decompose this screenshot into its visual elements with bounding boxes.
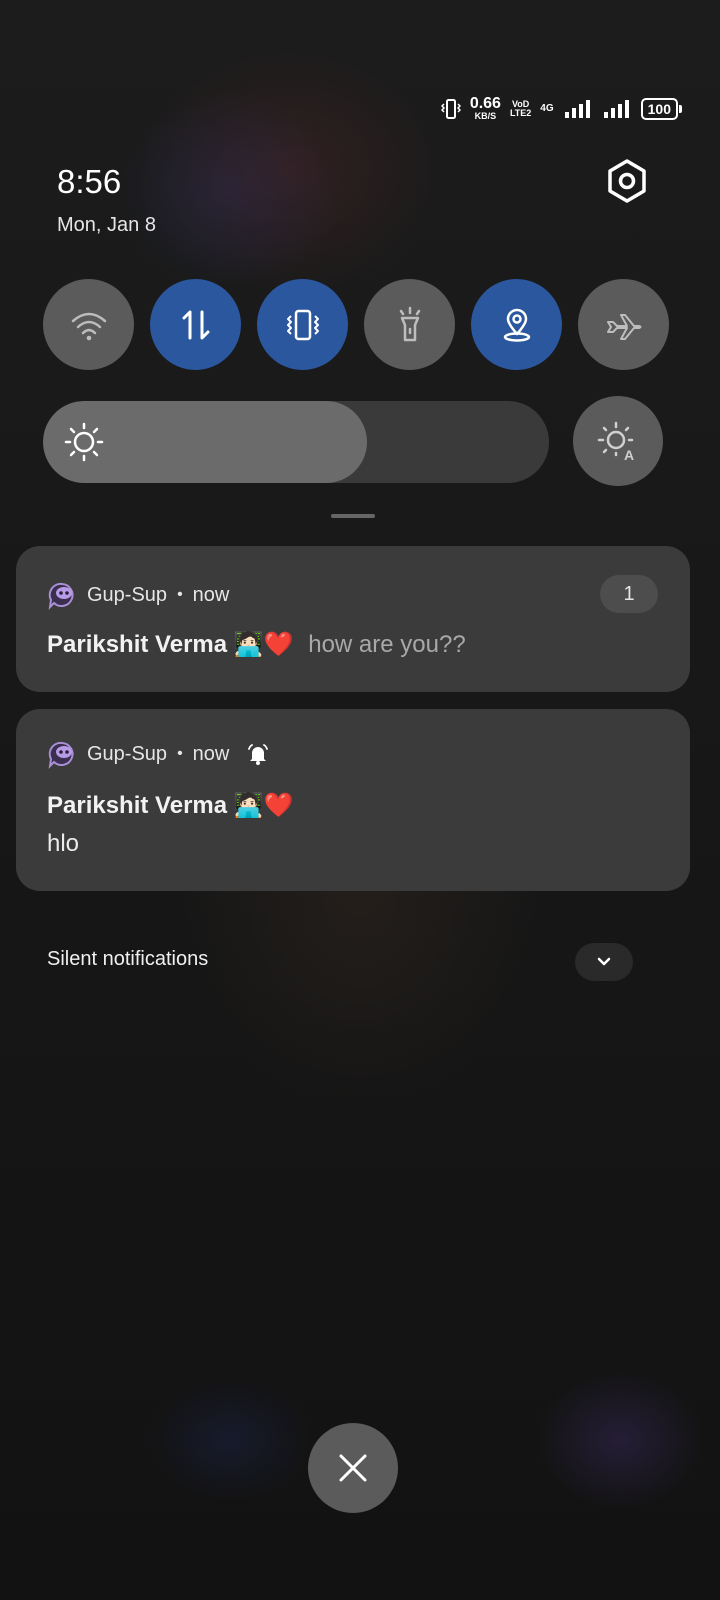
- notification-content: Parikshit Verma 🧑🏻‍💻❤️ how are you??: [47, 630, 466, 659]
- notification-card-2[interactable]: Gup-Sup • now Parikshit Verma 🧑🏻‍💻❤️ hlo: [16, 709, 690, 891]
- signal-sim2-icon: [603, 99, 629, 118]
- silent-notifications-label: Silent notifications: [47, 948, 209, 970]
- sender-emoji: 🧑🏻‍💻❤️: [233, 792, 294, 819]
- notification-content: Parikshit Verma 🧑🏻‍💻❤️: [47, 791, 294, 820]
- settings-gear-icon[interactable]: [604, 158, 650, 204]
- auto-brightness-icon: A: [597, 421, 634, 463]
- notification-header: Gup-Sup • now: [47, 580, 229, 610]
- svg-text:A: A: [624, 447, 634, 463]
- vibrate-status-icon: [440, 98, 461, 119]
- notification-shade: 0.66 KB/S VoD LTE2 4G 100 8:56 Mon, Jan …: [0, 0, 720, 1600]
- notification-message: hlo: [47, 830, 80, 857]
- data-arrows-icon: [182, 310, 209, 339]
- tile-location[interactable]: [471, 279, 562, 370]
- network-speed-value: 0.66: [469, 95, 501, 112]
- notification-count-badge[interactable]: 1: [600, 575, 658, 613]
- notification-sender: Parikshit Verma: [47, 631, 228, 658]
- signal-sim1-icon: [564, 99, 590, 118]
- notification-time: now: [192, 583, 230, 606]
- notification-app-name: Gup-Sup: [87, 583, 168, 606]
- tile-flashlight[interactable]: [364, 279, 455, 370]
- clock: 8:56: [57, 163, 122, 200]
- gup-sup-app-icon: [48, 741, 74, 769]
- notification-header: Gup-Sup • now: [47, 739, 271, 769]
- auto-brightness-button[interactable]: A: [573, 396, 663, 486]
- network-speed-unit: KB/S: [474, 111, 497, 121]
- flashlight-icon: [399, 306, 420, 341]
- tile-wifi[interactable]: [43, 279, 134, 370]
- tile-airplane[interactable]: [578, 279, 669, 370]
- gup-sup-app-icon: [48, 582, 74, 610]
- date: Mon, Jan 8: [57, 214, 156, 236]
- network-type: 4G: [540, 103, 554, 114]
- volte-indicator: VoD LTE2: [509, 99, 532, 118]
- tile-mobile-data[interactable]: [150, 279, 241, 370]
- notification-time: now: [192, 742, 230, 765]
- volte-bottom: LTE2: [509, 107, 532, 118]
- brightness-sun-icon: [64, 422, 104, 462]
- quick-settings-tiles: [43, 279, 669, 370]
- notification-separator: •: [177, 745, 183, 762]
- status-bar: 0.66 KB/S VoD LTE2 4G 100: [440, 96, 683, 121]
- vibrate-icon: [286, 309, 319, 340]
- location-icon: [503, 308, 530, 342]
- notification-app-name: Gup-Sup: [87, 742, 168, 765]
- chevron-down-icon: [597, 957, 611, 966]
- notification-message: how are you??: [308, 631, 466, 658]
- notification-separator: •: [177, 586, 183, 603]
- battery-indicator: 100: [640, 97, 683, 120]
- notification-sender: Parikshit Verma: [47, 792, 228, 819]
- clear-all-button[interactable]: [308, 1423, 398, 1513]
- network-speed: 0.66 KB/S: [470, 96, 501, 121]
- tile-vibrate[interactable]: [257, 279, 348, 370]
- sender-emoji: 🧑🏻‍💻❤️: [233, 631, 294, 658]
- wifi-icon: [71, 312, 106, 340]
- notification-card-1[interactable]: Gup-Sup • now 1 Parikshit Verma 🧑🏻‍💻❤️ h…: [16, 546, 690, 692]
- brightness-slider[interactable]: [43, 401, 549, 483]
- close-icon: [339, 1454, 367, 1482]
- shade-drag-handle[interactable]: [331, 514, 375, 518]
- silent-notifications-expand-button[interactable]: [575, 943, 633, 981]
- alerting-bell-icon: [248, 744, 269, 765]
- airplane-icon: [606, 313, 641, 340]
